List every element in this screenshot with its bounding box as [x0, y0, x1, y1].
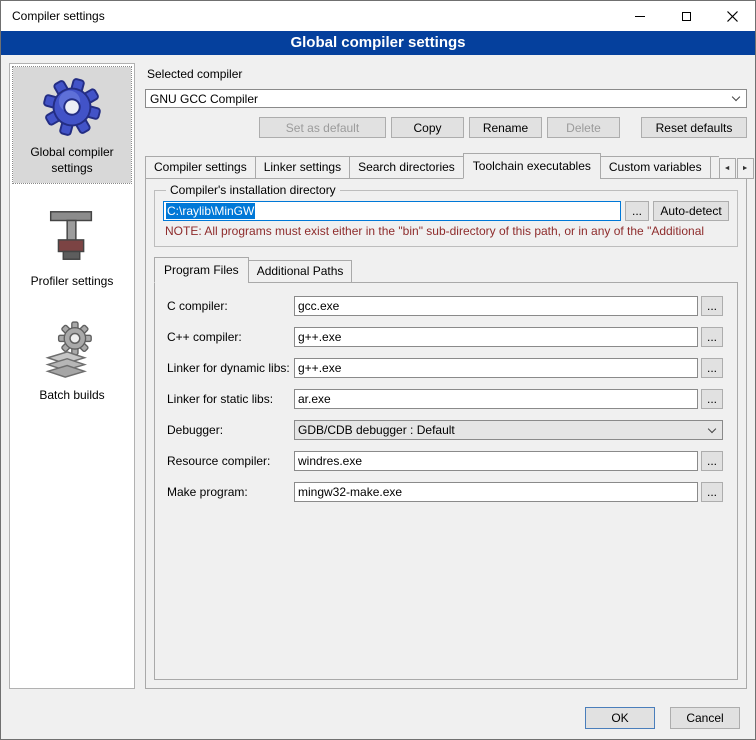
- selected-compiler-dropdown[interactable]: GNU GCC Compiler: [145, 89, 747, 108]
- c-compiler-value: gcc.exe: [298, 299, 339, 313]
- make-program-value: mingw32-make.exe: [298, 485, 402, 499]
- installation-directory-row: C:\raylib\MinGW ... Auto-detect: [163, 201, 729, 221]
- resource-compiler-value: windres.exe: [298, 454, 362, 468]
- set-as-default-button[interactable]: Set as default: [259, 117, 386, 138]
- field-row-cpp-compiler: C++ compiler: g++.exe ...: [167, 327, 723, 347]
- linker-dynamic-browse-button[interactable]: ...: [701, 358, 723, 378]
- chevron-down-icon: [708, 424, 716, 432]
- settings-tab-strip: Compiler settings Linker settings Search…: [145, 153, 747, 179]
- maximize-button[interactable]: [663, 1, 709, 31]
- sidebar-item-label: Profiler settings: [31, 274, 114, 290]
- reset-defaults-button[interactable]: Reset defaults: [641, 117, 747, 138]
- resource-compiler-label: Resource compiler:: [167, 454, 294, 468]
- debugger-value: GDB/CDB debugger : Default: [298, 423, 455, 437]
- arrow-right-icon: ►: [742, 165, 749, 172]
- compiler-settings-window: Compiler settings Global compiler settin…: [0, 0, 756, 740]
- make-program-label: Make program:: [167, 485, 294, 499]
- tab-toolchain-executables[interactable]: Toolchain executables: [463, 153, 601, 179]
- linker-static-browse-button[interactable]: ...: [701, 389, 723, 409]
- settings-category-sidebar: Global compiler settings Profiler settin…: [9, 63, 135, 689]
- sidebar-item-global-compiler-settings[interactable]: Global compiler settings: [13, 67, 131, 183]
- tab-compiler-settings[interactable]: Compiler settings: [145, 156, 256, 179]
- sidebar-item-label: Global compiler settings: [15, 145, 129, 176]
- toolchain-executables-panel: Compiler's installation directory C:\ray…: [145, 178, 747, 689]
- sidebar-item-profiler-settings[interactable]: Profiler settings: [13, 196, 131, 297]
- auto-detect-button[interactable]: Auto-detect: [653, 201, 729, 221]
- maximize-icon: [682, 12, 691, 21]
- resource-compiler-browse-button[interactable]: ...: [701, 451, 723, 471]
- tab-linker-settings[interactable]: Linker settings: [255, 156, 350, 179]
- profiler-tool-icon: [41, 205, 103, 267]
- field-row-debugger: Debugger: GDB/CDB debugger : Default: [167, 420, 723, 440]
- dialog-content: Global compiler settings Profiler settin…: [1, 55, 755, 697]
- sidebar-item-batch-builds[interactable]: Batch builds: [13, 310, 131, 411]
- ok-button[interactable]: OK: [585, 707, 655, 729]
- gear-gray-stack-icon: [41, 319, 103, 381]
- install-dir-selected-text: C:\raylib\MinGW: [166, 203, 255, 219]
- chevron-down-icon: [732, 93, 740, 101]
- copy-button[interactable]: Copy: [391, 117, 464, 138]
- tab-search-directories[interactable]: Search directories: [349, 156, 464, 179]
- program-files-panel: C compiler: gcc.exe ... C++ compiler: g+…: [154, 282, 738, 680]
- installation-directory-group: Compiler's installation directory C:\ray…: [154, 183, 738, 247]
- tab-scroll-right-button[interactable]: ►: [737, 158, 754, 179]
- field-row-linker-dynamic: Linker for dynamic libs: g++.exe ...: [167, 358, 723, 378]
- main-panel: Selected compiler GNU GCC Compiler Set a…: [145, 63, 747, 689]
- linker-static-input[interactable]: ar.exe: [294, 389, 698, 409]
- tab-additional-paths[interactable]: Additional Paths: [248, 260, 353, 283]
- bin-subdirectory-note: NOTE: All programs must exist either in …: [165, 224, 729, 238]
- rename-button[interactable]: Rename: [469, 117, 542, 138]
- linker-dynamic-value: g++.exe: [298, 361, 341, 375]
- dialog-header: Global compiler settings: [1, 31, 755, 55]
- install-dir-input[interactable]: C:\raylib\MinGW: [163, 201, 621, 221]
- tab-custom-variables[interactable]: Custom variables: [600, 156, 711, 179]
- linker-static-value: ar.exe: [298, 392, 331, 406]
- make-program-input[interactable]: mingw32-make.exe: [294, 482, 698, 502]
- cpp-compiler-input[interactable]: g++.exe: [294, 327, 698, 347]
- field-row-linker-static: Linker for static libs: ar.exe ...: [167, 389, 723, 409]
- cpp-compiler-label: C++ compiler:: [167, 330, 294, 344]
- dialog-footer: OK Cancel: [1, 697, 755, 739]
- make-program-browse-button[interactable]: ...: [701, 482, 723, 502]
- cpp-compiler-value: g++.exe: [298, 330, 341, 344]
- tab-scroll-left-button[interactable]: ◄: [719, 158, 736, 179]
- install-dir-browse-button[interactable]: ...: [625, 201, 649, 221]
- close-button[interactable]: [709, 1, 755, 31]
- tab-scroll-buttons: ◄ ►: [718, 158, 754, 179]
- title-bar: Compiler settings: [1, 1, 755, 31]
- arrow-left-icon: ◄: [724, 165, 731, 172]
- field-row-c-compiler: C compiler: gcc.exe ...: [167, 296, 723, 316]
- c-compiler-label: C compiler:: [167, 299, 294, 313]
- debugger-label: Debugger:: [167, 423, 294, 437]
- c-compiler-browse-button[interactable]: ...: [701, 296, 723, 316]
- c-compiler-input[interactable]: gcc.exe: [294, 296, 698, 316]
- cpp-compiler-browse-button[interactable]: ...: [701, 327, 723, 347]
- field-row-resource-compiler: Resource compiler: windres.exe ...: [167, 451, 723, 471]
- gear-blue-icon: [41, 76, 103, 138]
- compiler-actions: Set as default Copy Rename Delete Reset …: [145, 117, 747, 138]
- sidebar-item-label: Batch builds: [39, 388, 104, 404]
- window-controls: [617, 1, 755, 31]
- selected-compiler-label: Selected compiler: [147, 67, 747, 81]
- resource-compiler-input[interactable]: windres.exe: [294, 451, 698, 471]
- installation-directory-title: Compiler's installation directory: [166, 183, 340, 197]
- close-icon: [727, 11, 738, 22]
- program-files-tab-strip: Program Files Additional Paths: [154, 257, 738, 283]
- tab-program-files[interactable]: Program Files: [154, 257, 249, 283]
- linker-static-label: Linker for static libs:: [167, 392, 294, 406]
- debugger-dropdown[interactable]: GDB/CDB debugger : Default: [294, 420, 723, 440]
- selected-compiler-value: GNU GCC Compiler: [150, 92, 258, 106]
- cancel-button[interactable]: Cancel: [670, 707, 740, 729]
- linker-dynamic-input[interactable]: g++.exe: [294, 358, 698, 378]
- delete-button[interactable]: Delete: [547, 117, 620, 138]
- minimize-icon: [635, 16, 645, 17]
- window-title: Compiler settings: [1, 9, 105, 23]
- minimize-button[interactable]: [617, 1, 663, 31]
- field-row-make-program: Make program: mingw32-make.exe ...: [167, 482, 723, 502]
- linker-dynamic-label: Linker for dynamic libs:: [167, 361, 294, 375]
